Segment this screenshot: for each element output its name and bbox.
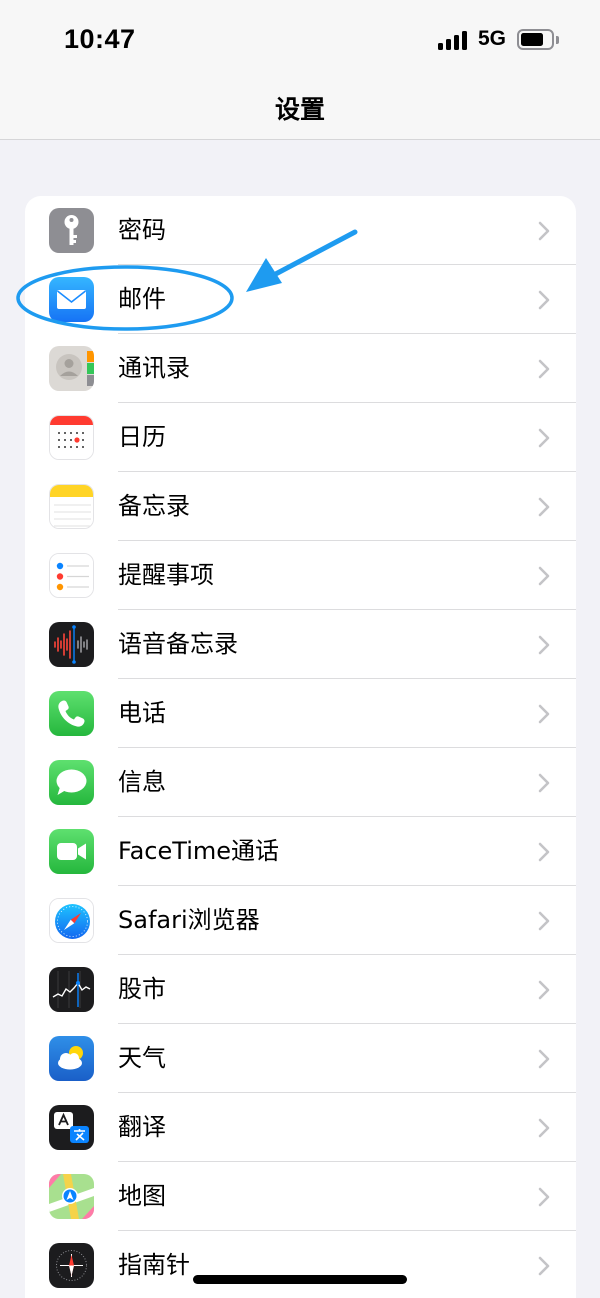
chevron-right-icon	[538, 635, 550, 655]
settings-row-contacts[interactable]: 通讯录	[25, 334, 576, 403]
row-label: 日历	[118, 423, 166, 451]
row-label: 天气	[118, 1044, 166, 1072]
chevron-right-icon	[538, 911, 550, 931]
settings-row-reminders[interactable]: 提醒事项	[25, 541, 576, 610]
contacts-icon	[49, 346, 94, 391]
notes-icon	[49, 484, 94, 529]
compass-icon	[49, 1243, 94, 1288]
row-label: 备忘录	[118, 492, 190, 520]
row-label: 地图	[118, 1182, 166, 1210]
annotation-highlight-ring	[16, 265, 234, 331]
row-label: Safari浏览器	[118, 906, 260, 934]
chevron-right-icon	[538, 842, 550, 862]
chevron-right-icon	[538, 566, 550, 586]
chevron-right-icon	[538, 1187, 550, 1207]
row-label: 翻译	[118, 1113, 166, 1141]
voice-memos-icon	[49, 622, 94, 667]
calendar-icon	[49, 415, 94, 460]
row-label: 股市	[118, 975, 166, 1003]
settings-row-compass[interactable]: 指南针	[25, 1231, 576, 1298]
chevron-right-icon	[538, 359, 550, 379]
key-icon	[49, 208, 94, 253]
status-time: 10:47	[64, 24, 136, 54]
settings-row-safari[interactable]: Safari浏览器	[25, 886, 576, 955]
row-label: FaceTime通话	[118, 837, 280, 865]
chevron-right-icon	[538, 1256, 550, 1276]
row-label: 提醒事项	[118, 561, 214, 589]
messages-icon	[49, 760, 94, 805]
chevron-right-icon	[538, 773, 550, 793]
row-label: 电话	[118, 699, 166, 727]
header: 10:47 5G 设置	[0, 0, 600, 140]
row-label: 通讯录	[118, 354, 190, 382]
page-title: 设置	[274, 95, 325, 124]
settings-row-weather[interactable]: 天气	[25, 1024, 576, 1093]
battery-icon	[517, 29, 554, 50]
translate-icon	[49, 1105, 94, 1150]
network-type: 5G	[478, 27, 507, 50]
home-indicator[interactable]	[193, 1275, 407, 1284]
chevron-right-icon	[538, 221, 550, 241]
chevron-right-icon	[538, 428, 550, 448]
phone-icon	[49, 691, 94, 736]
weather-icon	[49, 1036, 94, 1081]
settings-row-notes[interactable]: 备忘录	[25, 472, 576, 541]
chevron-right-icon	[538, 704, 550, 724]
chevron-right-icon	[538, 497, 550, 517]
row-label: 语音备忘录	[118, 630, 238, 658]
settings-row-stocks[interactable]: 股市	[25, 955, 576, 1024]
chevron-right-icon	[538, 1118, 550, 1138]
battery-cap	[556, 36, 559, 44]
safari-icon	[49, 898, 94, 943]
row-label: 密码	[118, 216, 166, 244]
stocks-icon	[49, 967, 94, 1012]
settings-row-facetime[interactable]: FaceTime通话	[25, 817, 576, 886]
settings-row-calendar[interactable]: 日历	[25, 403, 576, 472]
settings-row-voice-memos[interactable]: 语音备忘录	[25, 610, 576, 679]
chevron-right-icon	[538, 980, 550, 1000]
row-label: 指南针	[118, 1251, 190, 1279]
facetime-icon	[49, 829, 94, 874]
row-label: 信息	[118, 768, 166, 796]
maps-icon	[49, 1174, 94, 1219]
annotation-arrow-icon	[246, 229, 358, 292]
reminders-icon	[49, 553, 94, 598]
settings-row-translate[interactable]: 翻译	[25, 1093, 576, 1162]
settings-row-phone[interactable]: 电话	[25, 679, 576, 748]
chevron-right-icon	[538, 1049, 550, 1069]
cellular-signal-icon	[438, 28, 470, 50]
chevron-right-icon	[538, 290, 550, 310]
settings-row-maps[interactable]: 地图	[25, 1162, 576, 1231]
settings-list: 密码 邮件 通讯录 日历 备忘录 提醒事项 语音备忘录 电话 信息 FaceTi…	[25, 196, 576, 1298]
settings-row-messages[interactable]: 信息	[25, 748, 576, 817]
